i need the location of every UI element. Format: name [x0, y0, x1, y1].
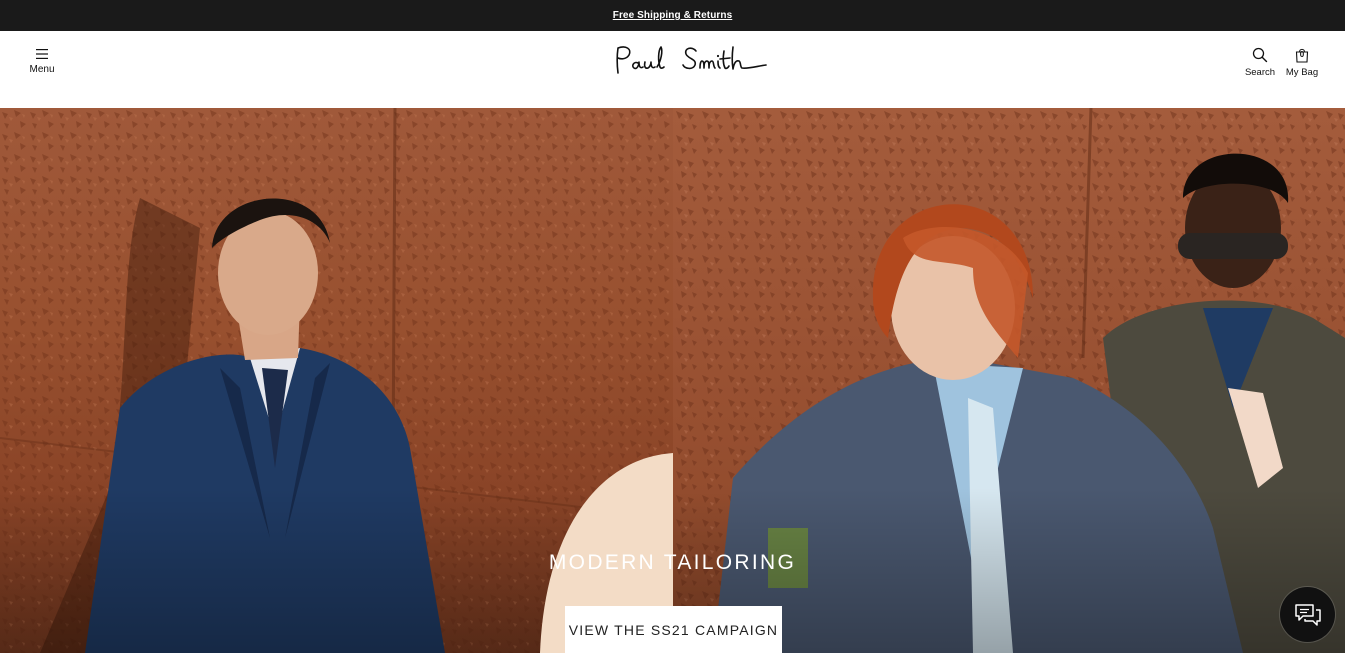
- search-button[interactable]: Search: [1242, 47, 1278, 78]
- my-bag-button[interactable]: 0 My Bag: [1282, 47, 1322, 78]
- free-shipping-link[interactable]: Free Shipping & Returns: [613, 10, 733, 21]
- hero-banner[interactable]: MODERN TAILORING VIEW THE SS21 CAMPAIGN: [0, 108, 1345, 653]
- my-bag-label: My Bag: [1285, 67, 1319, 78]
- search-icon: [1252, 47, 1268, 63]
- view-campaign-button[interactable]: VIEW THE SS21 CAMPAIGN: [565, 606, 782, 653]
- menu-button[interactable]: Menu: [24, 46, 60, 86]
- menu-label: Menu: [29, 64, 55, 75]
- chat-icon: [1294, 603, 1321, 626]
- paul-smith-logo[interactable]: [612, 43, 768, 77]
- promo-bar: Free Shipping & Returns: [0, 0, 1345, 31]
- bag-count-badge: 0: [1299, 50, 1305, 59]
- search-label: Search: [1244, 67, 1276, 78]
- hero-title: MODERN TAILORING: [548, 551, 797, 574]
- chat-widget-button[interactable]: [1280, 587, 1335, 642]
- site-header: Menu Search 0 My Bag: [0, 31, 1345, 108]
- hamburger-icon: [36, 49, 48, 59]
